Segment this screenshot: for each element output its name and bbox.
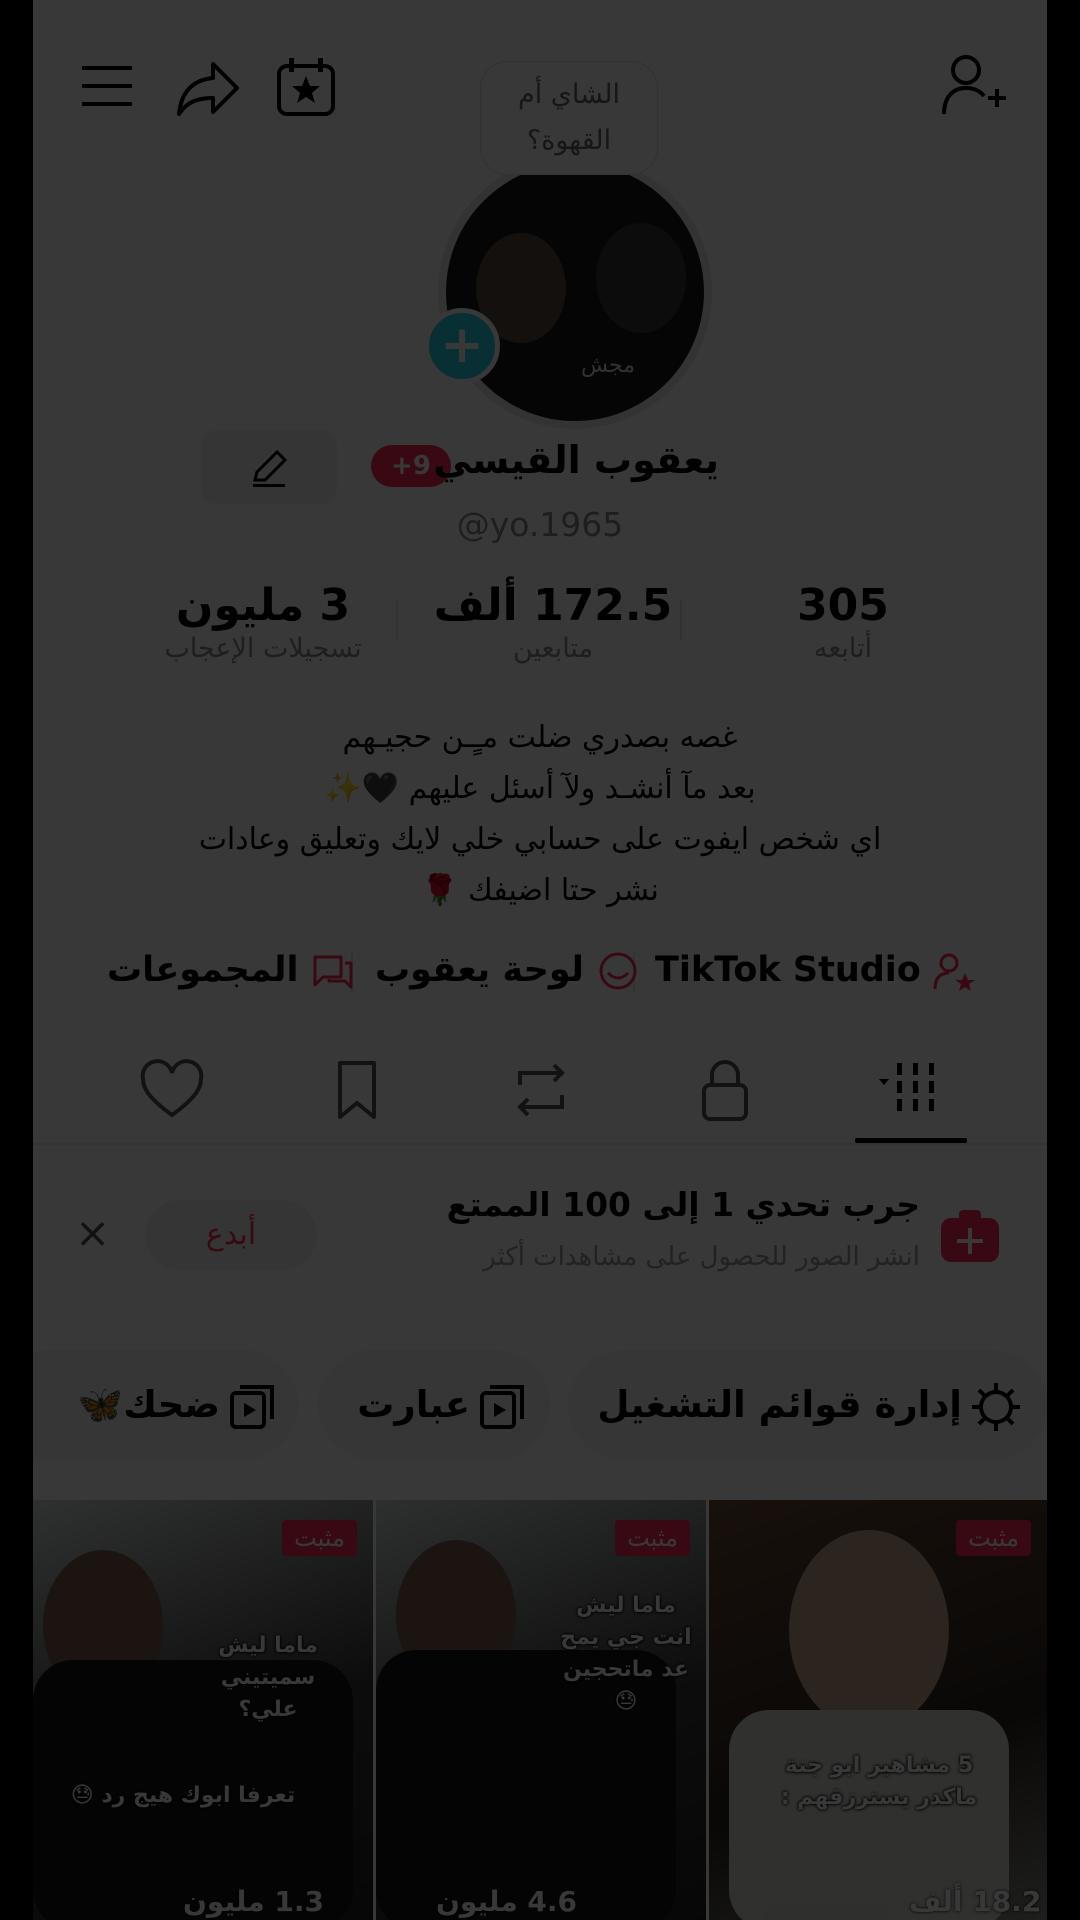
story-note-line1: الشاي أم [518, 79, 620, 110]
chip-label: إدارة قوائم التشغيل [597, 1383, 962, 1426]
video-thumbnail[interactable]: مثبت 5 مشاهير ابو جنة ماكدر يسترزقهم : 1… [709, 1500, 1047, 1920]
link-tiktok-studio[interactable]: TikTok Studio [655, 950, 977, 991]
close-promo-button[interactable]: × [75, 1208, 110, 1257]
pinned-badge: مثبت [956, 1520, 1031, 1556]
profile-name: يعقوب القيسي [433, 438, 719, 482]
view-count: 18.2 ألف [909, 1885, 1042, 1918]
link-board[interactable]: لوحة يعقوب [375, 950, 640, 991]
stat-following-label: أتابعه [813, 633, 873, 664]
add-friend-icon[interactable] [940, 52, 1010, 118]
repost-icon[interactable] [506, 1055, 576, 1125]
bio-line: بعد مآ أنشـد ولآ أسئل عليهم 🖤✨ [324, 771, 756, 806]
video-caption: 5 مشاهير ابو جنة ماكدر يسترزقهم : [780, 1753, 978, 1810]
stat-divider [396, 600, 398, 640]
link-groups[interactable]: المجموعات [107, 950, 355, 991]
view-count: 4.6 مليون [436, 1885, 578, 1918]
video-caption: ماما ليش سميتيني علي؟ [218, 1633, 318, 1722]
chip-manage-playlists[interactable]: إدارة قوائم التشغيل [568, 1350, 1047, 1460]
stat-following-value: 305 [797, 580, 889, 631]
stat-divider [680, 600, 682, 640]
promo-subtitle: انشر الصور للحصول على مشاهدات أكثر [483, 1242, 920, 1272]
menu-icon[interactable] [78, 62, 138, 112]
edit-profile-button[interactable] [201, 430, 337, 504]
avatar-face-right [596, 223, 686, 333]
video-thumbnail[interactable]: مثبت ماما ليش سميتيني علي؟ تعرفا ابوك هي… [33, 1500, 373, 1920]
pencil-icon [253, 449, 288, 487]
bio-line: غصه بصدري ضلت مـٍـن حجيـهم [342, 720, 738, 755]
bio-line: اي شخص ايفوت على حسابي خلي لايك وتعليق و… [198, 822, 882, 857]
profile-handle: @yo.1965 [456, 505, 624, 544]
share-icon[interactable] [173, 58, 243, 118]
bookmark-icon[interactable] [322, 1055, 392, 1125]
chat-face-icon [599, 952, 637, 990]
chip-playlist-quotes[interactable]: عبارت [318, 1350, 550, 1460]
story-note-bubble[interactable]: الشاي أم القهوة؟ [481, 62, 657, 174]
stat-likes[interactable]: 3 مليون تسجيلات الإعجاب [133, 580, 393, 664]
create-challenge-icon [941, 1210, 999, 1262]
profile-screen: مجش الشاي أم القهوة؟ + +9 يعقوب القيسي @… [33, 0, 1047, 1920]
playlist-icon [480, 1384, 524, 1429]
chip-label: عبارت [357, 1383, 470, 1426]
calendar-star-icon[interactable] [275, 56, 337, 118]
story-note-line2: القهوة؟ [526, 125, 612, 156]
stat-followers[interactable]: 172.5 ألف متابعين [433, 580, 673, 664]
link-label: TikTok Studio [655, 950, 921, 990]
create-button[interactable]: أبدع [145, 1200, 317, 1270]
butterfly-emoji: 🦋 [77, 1383, 124, 1426]
stat-likes-label: تسجيلات الإعجاب [164, 633, 362, 664]
link-label: المجموعات [107, 950, 299, 990]
lock-icon[interactable] [690, 1055, 760, 1125]
link-label: لوحة يعقوب [375, 950, 584, 990]
pinned-badge: مثبت [282, 1520, 357, 1556]
video-thumbnail[interactable]: مثبت ماما ليش انت جي يمح عد ماتحجين 😓 4.… [376, 1500, 706, 1920]
playlist-icon [230, 1384, 274, 1429]
video-caption-secondary: تعرفا ابوك هيج رد 😓 [70, 1783, 296, 1808]
gear-icon [972, 1382, 1020, 1431]
chip-label: ضحك [123, 1383, 220, 1426]
person-star-icon [933, 953, 976, 991]
stat-likes-value: 3 مليون [175, 580, 351, 631]
tab-videos-grid-icon[interactable] [875, 1055, 945, 1125]
add-story-button[interactable]: + [424, 308, 500, 384]
chip-playlist-funny[interactable]: ضحك🦋 [33, 1350, 298, 1460]
video-person [789, 1530, 949, 1730]
stat-followers-value: 172.5 ألف [433, 580, 673, 631]
group-chat-icon [313, 955, 353, 989]
stat-followers-label: متابعين [512, 633, 594, 664]
stat-following[interactable]: 305 أتابعه [733, 580, 953, 664]
bio-line: نشر حتا اضيفك 🌹 [421, 873, 659, 908]
video-caption: ماما ليش انت جي يمح عد ماتحجين 😓 [560, 1593, 692, 1714]
promo-title: جرب تحدي 1 إلى 100 الممتع [446, 1185, 920, 1224]
view-count: 1.3 مليون [183, 1885, 325, 1918]
avatar[interactable]: مجش [438, 155, 712, 429]
avatar-caption: مجش [581, 353, 636, 378]
pinned-badge: مثبت [615, 1520, 690, 1556]
tabs-divider [33, 1143, 1047, 1145]
profile-bio: غصه بصدري ضلت مـٍـن حجيـهم بعد مآ أنشـد … [33, 712, 1047, 916]
heart-icon[interactable] [137, 1055, 207, 1125]
